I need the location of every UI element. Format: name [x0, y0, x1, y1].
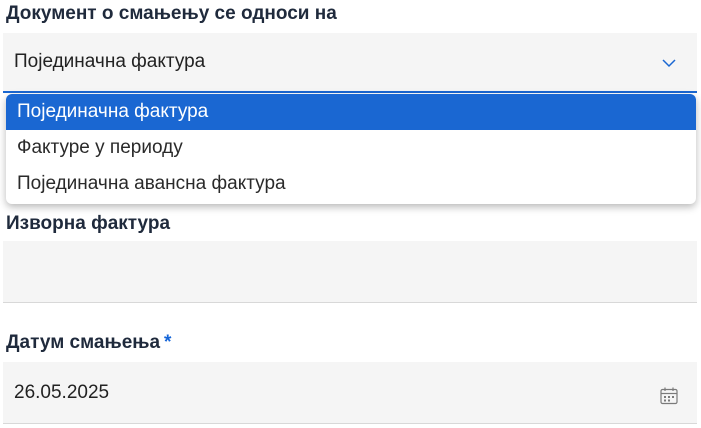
document-type-listbox: Појединачна фактура Фактуре у периоду По… [6, 94, 696, 204]
option-single-invoice[interactable]: Појединачна фактура [6, 94, 696, 130]
source-invoice-input[interactable] [3, 241, 697, 303]
reduction-date-label-text: Датум смањења [6, 332, 161, 353]
document-type-value: Појединачна фактура [14, 51, 206, 72]
document-type-select[interactable]: Појединачна фактура [3, 33, 697, 93]
calendar-icon[interactable] [659, 386, 679, 406]
required-marker: * [164, 332, 172, 353]
reduction-date-input[interactable]: 26.05.2025 [3, 362, 697, 424]
option-invoices-in-period[interactable]: Фактуре у периоду [6, 130, 696, 166]
invoice-reduction-form: Документ о смањењу се односи на Поједина… [0, 0, 701, 428]
chevron-down-icon [662, 59, 676, 68]
source-invoice-label: Изворна фактура [6, 213, 171, 234]
reduction-date-value: 26.05.2025 [14, 382, 110, 403]
document-type-label: Документ о смањењу се односи на [6, 3, 337, 24]
option-single-advance-invoice[interactable]: Појединачна авансна фактура [6, 166, 696, 202]
reduction-date-label: Датум смањења * [6, 332, 171, 354]
